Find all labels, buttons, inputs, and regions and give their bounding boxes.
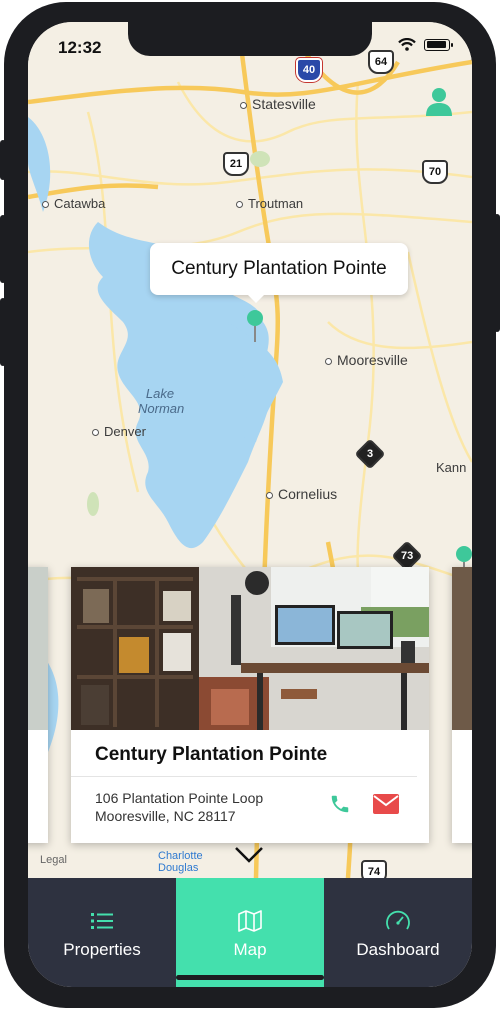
place-dot [240,101,247,109]
place-catawba: Catawba [42,196,105,211]
collapse-cards-button[interactable] [234,846,264,869]
place-dot [236,201,243,209]
map-legal-link[interactable]: Legal [40,854,67,866]
card-photo [452,567,472,730]
tab-bar: Properties Map Dashboard [28,878,472,987]
place-cornelius: Cornelius [266,486,337,502]
place-mooresville: Mooresville [325,352,408,368]
gauge-icon [385,908,411,934]
tab-dashboard[interactable]: Dashboard [324,878,472,987]
user-profile-icon[interactable] [424,86,454,116]
map-icon [238,908,262,934]
card-actions [329,793,399,820]
chevron-down-icon [235,847,263,863]
place-troutman: Troutman [236,196,303,211]
tab-dashboard-label: Dashboard [356,940,440,959]
map-callout[interactable]: Century Plantation Pointe [150,243,408,303]
place-dot [42,201,49,209]
property-card-next[interactable] [452,567,472,843]
office-photo-image [71,567,429,730]
tab-map[interactable]: Map [176,878,324,987]
place-kann: Kann [436,460,467,475]
notch [128,22,372,56]
phone-icon [331,795,349,813]
status-icons [398,38,453,51]
route-shield-64: 64 [368,50,394,74]
place-charlotte-douglas: Charlotte Douglas [158,850,203,874]
place-dot [92,429,99,437]
status-time: 12:32 [58,38,102,57]
place-dot [325,357,332,365]
property-address: 106 Plantation Pointe Loop Mooresville, … [95,789,263,825]
email-button[interactable] [373,794,399,819]
place-statesville: Statesville [240,96,316,112]
tab-properties-label: Properties [63,940,141,959]
battery-icon [424,38,453,51]
home-indicator [176,975,324,980]
route-shield-21: 21 [223,152,249,176]
property-photo [71,567,429,730]
card-photo [28,567,48,730]
property-card-title: Century Plantation Pointe [71,730,417,777]
app-screen: 12:32 Statesville Catawba Troutman Moore… [28,22,472,987]
volume-down-button [0,298,6,366]
power-button [494,214,500,332]
tab-properties[interactable]: Properties [28,878,176,987]
property-card-previous[interactable] [28,567,48,843]
route-shield-40: 40 [296,58,322,82]
pin-head [456,546,472,562]
map-icon-svg [238,910,262,932]
silent-switch [0,140,6,180]
property-card[interactable]: Century Plantation Pointe 106 Plantation… [71,567,429,843]
gauge-icon-svg [386,910,410,930]
route-shield-70: 70 [422,160,448,184]
tab-map-label: Map [233,940,267,959]
pin-stick [254,326,256,342]
place-lake-norman: Lake Norman [138,386,185,416]
volume-up-button [0,215,6,283]
list-icon [91,908,113,934]
pin-head [247,310,263,326]
call-button[interactable] [329,793,351,820]
address-line-2: Mooresville, NC 28117 [95,808,236,824]
address-line-1: 106 Plantation Pointe Loop [95,790,264,806]
list-icon-svg [91,913,113,929]
wifi-icon [398,38,416,51]
envelope-icon [373,794,399,814]
place-denver: Denver [92,424,146,439]
place-dot [266,491,273,499]
person-icon [426,88,452,116]
property-pin[interactable] [247,310,263,342]
